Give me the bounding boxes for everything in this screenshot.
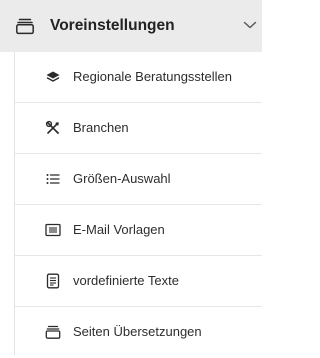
email-template-icon	[45, 222, 61, 238]
layers-icon	[45, 69, 61, 85]
list-icon	[45, 171, 61, 187]
menu-item-vordefinierte-texte[interactable]: vordefinierte Texte	[15, 256, 262, 307]
text-document-icon	[45, 273, 61, 289]
submenu-list: Regionale Beratungsstellen Branchen Größ…	[14, 52, 262, 355]
menu-header-voreinstellungen[interactable]: Voreinstellungen	[0, 0, 262, 52]
window-stack-icon	[45, 324, 61, 340]
menu-item-groessen-auswahl[interactable]: Größen-Auswahl	[15, 154, 262, 205]
menu-item-label: Branchen	[73, 120, 129, 135]
menu-item-email-vorlagen[interactable]: E-Mail Vorlagen	[15, 205, 262, 256]
menu-item-label: Regionale Beratungsstellen	[73, 69, 232, 84]
tools-icon	[45, 120, 61, 136]
menu-item-seiten-uebersetzungen[interactable]: Seiten Übersetzungen	[15, 307, 262, 358]
menu-item-regionale-beratungsstellen[interactable]: Regionale Beratungsstellen	[15, 52, 262, 103]
chevron-down-icon[interactable]	[243, 20, 257, 30]
menu-item-label: Größen-Auswahl	[73, 171, 171, 186]
menu-item-label: vordefinierte Texte	[73, 273, 179, 288]
settings-menu: Voreinstellungen Regionale Beratungsstel…	[0, 0, 262, 355]
menu-header-label: Voreinstellungen	[50, 17, 175, 34]
menu-item-label: Seiten Übersetzungen	[73, 324, 202, 339]
menu-item-label: E-Mail Vorlagen	[73, 222, 165, 237]
menu-item-branchen[interactable]: Branchen	[15, 103, 262, 154]
window-stack-icon	[15, 16, 35, 36]
